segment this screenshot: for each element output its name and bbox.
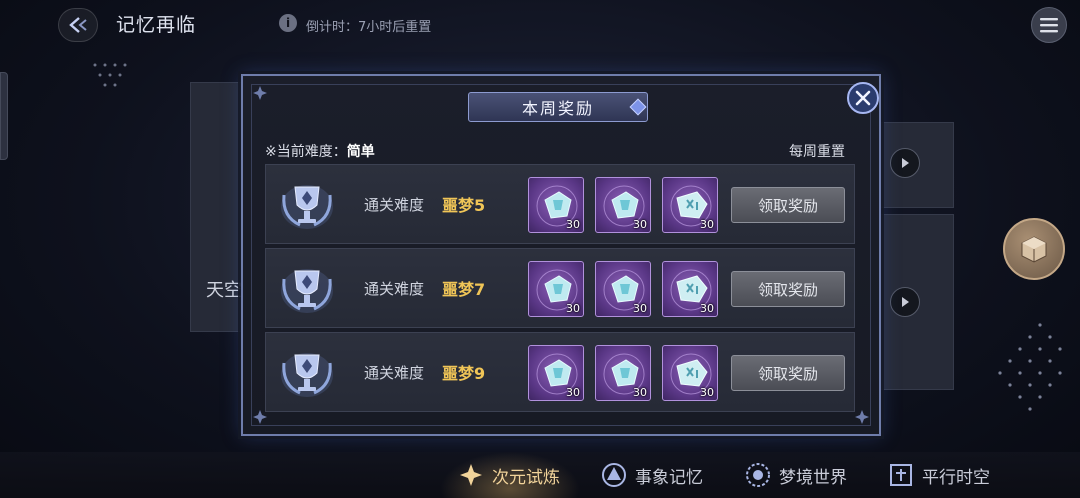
reward-item[interactable]: 30 [595, 177, 651, 233]
tab-label: 梦境世界 [779, 467, 847, 488]
requirement-value: 噩梦7 [442, 280, 486, 299]
cube-icon [1021, 236, 1047, 263]
cube-menu-button[interactable] [1003, 218, 1065, 280]
sparkle-decoration [93, 63, 127, 87]
title-right-ornament [629, 98, 647, 116]
page-title: 记忆再临 [116, 14, 197, 36]
item-quantity: 30 [633, 218, 647, 231]
requirement-label: 通关难度 [364, 280, 425, 298]
trophy-icon [281, 353, 333, 397]
tab-parallel-space[interactable]: 平行时空 [888, 452, 990, 498]
corner-ornament-icon [855, 410, 869, 424]
next-arrow-icon[interactable] [890, 148, 920, 178]
tab-dimension-trial[interactable]: 次元试炼 [458, 452, 560, 498]
current-difficulty: ※当前难度：简单 [265, 141, 375, 161]
tab-label: 事象记忆 [635, 467, 703, 488]
claim-reward-button[interactable]: 领取奖励 [731, 271, 845, 307]
corner-ornament-icon [253, 410, 267, 424]
hamburger-menu-icon [1040, 18, 1058, 33]
info-icon[interactable]: i [279, 14, 297, 32]
trophy-icon [281, 185, 333, 229]
back-arrow-icon [69, 17, 87, 33]
item-quantity: 30 [700, 386, 714, 399]
item-quantity: 30 [633, 386, 647, 399]
trophy-icon [281, 269, 333, 313]
claim-reward-button[interactable]: 领取奖励 [731, 355, 845, 391]
reward-item[interactable]: 30 [662, 177, 718, 233]
reward-item[interactable]: 30 [662, 345, 718, 401]
reset-countdown: 倒计时：7小时后重置 [306, 20, 432, 35]
triangle-orb-icon [601, 462, 627, 488]
tab-label: 平行时空 [922, 467, 990, 488]
next-arrow-icon[interactable] [890, 287, 920, 317]
close-icon [855, 90, 871, 106]
tab-dream-world[interactable]: 梦境世界 [745, 452, 847, 498]
item-quantity: 30 [566, 386, 580, 399]
diamond-icon [629, 98, 647, 116]
requirement-label: 通关难度 [364, 196, 425, 214]
background-stage-name: 天空 [206, 280, 242, 301]
claim-reward-button[interactable]: 领取奖励 [731, 187, 845, 223]
item-quantity: 30 [566, 218, 580, 231]
diamond-star-icon [458, 462, 484, 488]
difficulty-value: 简单 [346, 144, 375, 160]
modal-title: 本周奖励 [521, 99, 594, 118]
bottom-nav: 次元试炼 事象记忆 梦境世界 平行时空 [0, 452, 1080, 498]
reward-item[interactable]: 30 [595, 345, 651, 401]
reward-row: 通关难度 噩梦5 30 30 30 领取奖励 [265, 164, 855, 244]
dream-globe-icon [745, 462, 771, 488]
requirement-label: 通关难度 [364, 364, 425, 382]
item-quantity: 30 [566, 302, 580, 315]
item-quantity: 30 [633, 302, 647, 315]
reward-item[interactable]: 30 [528, 345, 584, 401]
item-quantity: 30 [700, 218, 714, 231]
difficulty-prefix: ※ [265, 144, 277, 160]
tab-label: 次元试炼 [492, 467, 560, 488]
top-bar: 记忆再临 i 倒计时：7小时后重置 [0, 0, 1080, 50]
reward-item[interactable]: 30 [528, 261, 584, 317]
requirement-value: 噩梦9 [442, 364, 486, 383]
corner-ornament-icon [253, 86, 267, 100]
modal-title-plate: 本周奖励 [468, 92, 648, 122]
item-quantity: 30 [700, 302, 714, 315]
reward-item[interactable]: 30 [528, 177, 584, 233]
reward-row: 通关难度 噩梦9 30 30 30 领取奖励 [265, 332, 855, 412]
tab-event-memory[interactable]: 事象记忆 [601, 452, 703, 498]
sparkle-decoration [998, 323, 1062, 411]
menu-button[interactable] [1031, 7, 1067, 43]
close-button[interactable] [847, 82, 879, 114]
requirement-value: 噩梦5 [442, 196, 486, 215]
reward-item[interactable]: 30 [662, 261, 718, 317]
left-edge-tab[interactable] [0, 72, 8, 160]
difficulty-label: 当前难度： [276, 144, 347, 160]
weekly-reset-label: 每周重置 [789, 144, 845, 160]
reward-row: 通关难度 噩梦7 30 30 30 领取奖励 [265, 248, 855, 328]
back-button[interactable] [58, 8, 98, 42]
portal-gate-icon [888, 462, 914, 488]
reward-item[interactable]: 30 [595, 261, 651, 317]
weekly-reward-modal: 本周奖励 ※当前难度：简单 每周重置 通关难度 噩梦5 30 30 30 领取奖… [241, 74, 881, 436]
